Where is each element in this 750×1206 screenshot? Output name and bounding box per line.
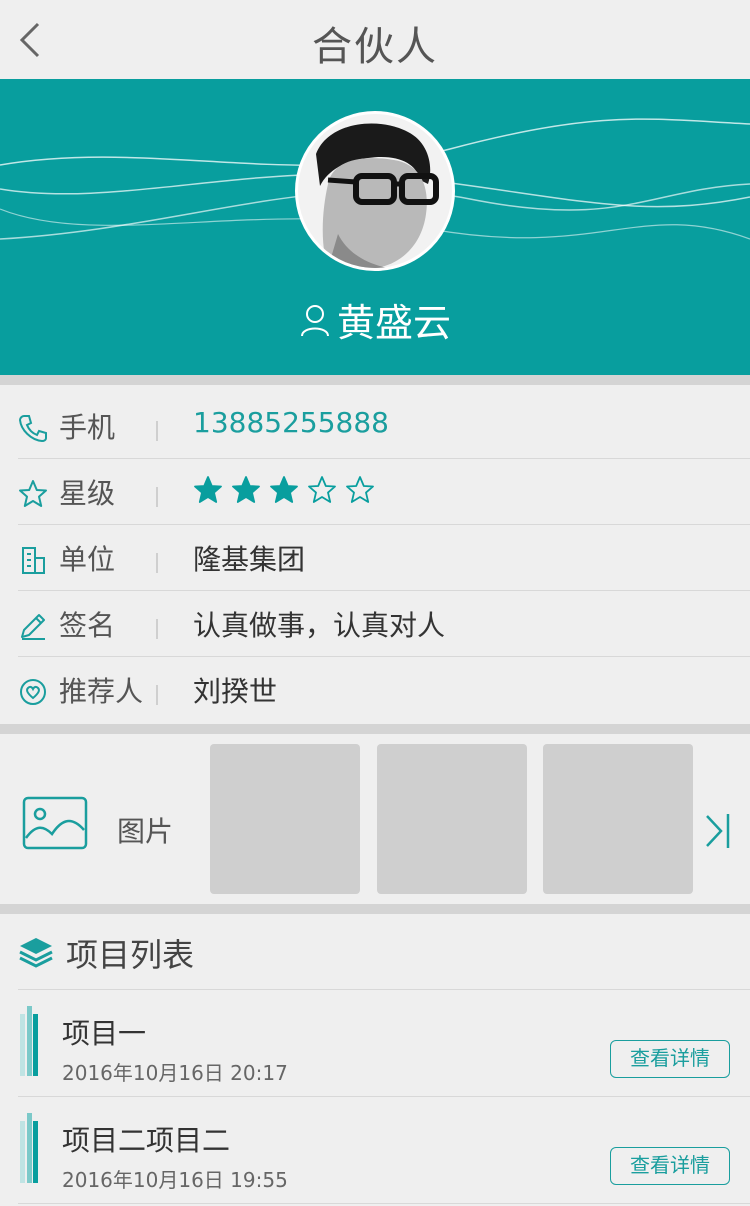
rating-label: 星级: [59, 477, 116, 510]
section-divider: [0, 375, 750, 385]
star-filled-icon: [232, 476, 260, 503]
info-row-phone[interactable]: 手机 13885255888: [18, 393, 750, 459]
info-row-company[interactable]: 单位 隆基集团: [18, 525, 750, 591]
star-empty-icon: [308, 476, 336, 503]
star-rating: [193, 475, 375, 505]
info-row-signature[interactable]: 签名 认真做事，认真对人: [18, 591, 750, 657]
info-row-rating: 星级: [18, 459, 750, 525]
projects-section: 项目列表 项目一 2016年10月16日 20:17 查看详情 项目二项目二 2…: [0, 914, 750, 1206]
profile-hero: 黄盛云: [0, 79, 750, 375]
top-bar: 合伙人: [0, 0, 750, 79]
projects-header: 项目列表: [18, 914, 750, 990]
company-value: 隆基集团: [193, 543, 306, 576]
profile-name: 黄盛云: [336, 301, 451, 345]
chevron-right-end-icon[interactable]: [704, 812, 732, 850]
pictures-label: 图片: [117, 815, 174, 848]
section-divider: [0, 724, 750, 734]
label-divider: [156, 685, 158, 705]
label-divider: [156, 421, 158, 441]
star-filled-icon: [270, 476, 298, 503]
building-icon: [22, 547, 45, 574]
star-empty-icon: [346, 476, 374, 503]
pictures-section: 图片: [0, 734, 750, 904]
view-details-button[interactable]: 查看详情: [610, 1147, 730, 1185]
referrer-value: 刘揆世: [193, 675, 278, 708]
view-details-button[interactable]: 查看详情: [610, 1040, 730, 1078]
project-item[interactable]: 项目一 2016年10月16日 20:17 查看详情: [18, 990, 750, 1097]
label-divider: [156, 553, 158, 573]
picture-thumbnail[interactable]: [210, 744, 360, 894]
section-divider: [0, 904, 750, 914]
avatar-portrait-icon: [298, 114, 452, 268]
page-title: 合伙人: [312, 24, 438, 70]
heart-circle-icon: [20, 679, 46, 705]
project-item[interactable]: 项目二项目二 2016年10月16日 19:55 查看详情: [18, 1097, 750, 1204]
picture-thumbnail[interactable]: [543, 744, 693, 894]
info-list: 手机 13885255888 星级 单位 隆基集团 签名 认真做事，认真对人 推…: [0, 385, 750, 724]
company-label: 单位: [59, 543, 116, 576]
project-date: 2016年10月16日 20:17: [62, 1061, 288, 1085]
phone-value[interactable]: 13885255888: [193, 406, 389, 439]
info-row-referrer[interactable]: 推荐人 刘揆世: [18, 657, 750, 723]
phone-label: 手机: [59, 411, 116, 444]
user-icon: [300, 304, 329, 336]
signature-value: 认真做事，认真对人: [193, 609, 446, 642]
signature-label: 签名: [59, 609, 116, 642]
avatar[interactable]: [295, 111, 455, 271]
projects-title: 项目列表: [66, 936, 195, 974]
project-date: 2016年10月16日 19:55: [62, 1168, 288, 1192]
project-bar-icon: [20, 1006, 38, 1076]
project-name: 项目一: [62, 1017, 147, 1050]
star-filled-icon: [194, 476, 222, 503]
project-name: 项目二项目二: [62, 1124, 231, 1157]
referrer-label: 推荐人: [59, 675, 144, 708]
label-divider: [156, 487, 158, 507]
profile-name-row: 黄盛云: [0, 292, 750, 347]
project-bar-icon: [20, 1113, 38, 1183]
layers-icon: [19, 938, 53, 968]
image-icon: [22, 796, 88, 850]
phone-icon: [18, 415, 47, 443]
picture-thumbnail[interactable]: [377, 744, 527, 894]
label-divider: [156, 619, 158, 639]
pencil-icon: [21, 614, 45, 640]
star-outline-icon: [19, 480, 47, 507]
